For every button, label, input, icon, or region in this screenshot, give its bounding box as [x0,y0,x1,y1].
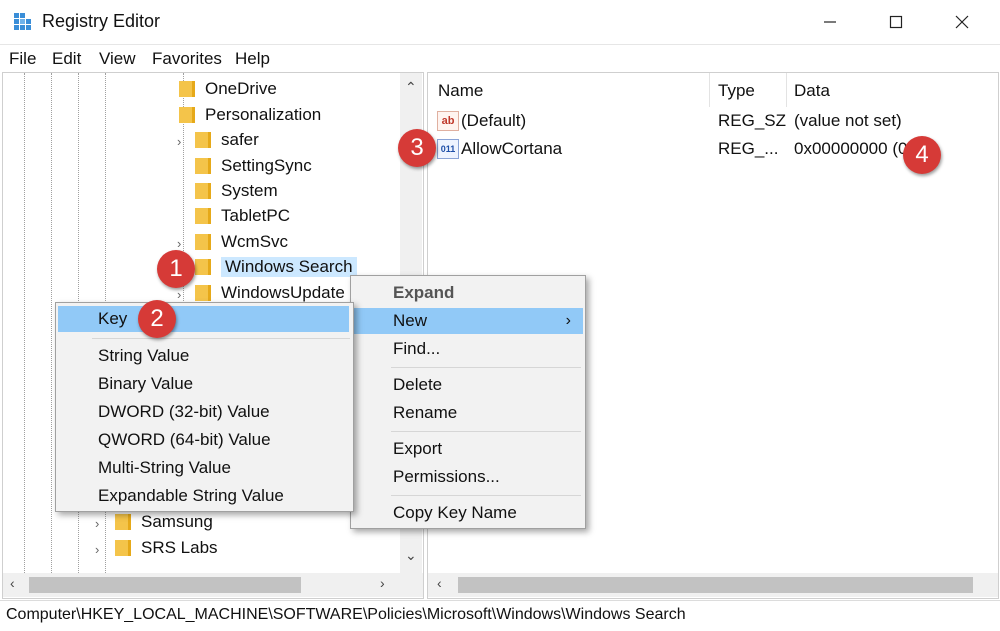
key-path: Computer\HKEY_LOCAL_MACHINE\SOFTWARE\Pol… [6,606,686,623]
value-name: (Default) [461,111,527,130]
value-name: AllowCortana [461,139,563,158]
chevron-right-icon[interactable]: › [95,542,99,557]
context-menu: Expand New › Find... Delete Rename Expor… [350,275,586,529]
tree-guide-line [24,73,25,573]
folder-icon [195,285,211,301]
binary-value-icon: 011 [437,139,459,159]
menu-separator [391,495,581,496]
tree-guide-line [51,73,52,573]
menu-item-find[interactable]: Find... [351,336,585,362]
chevron-right-icon[interactable]: › [95,516,99,531]
column-divider[interactable] [709,73,710,107]
registry-editor-icon [13,12,33,32]
menu-item-string-value[interactable]: String Value [56,343,353,369]
step-marker-3: 3 [398,129,436,167]
folder-icon [195,208,211,224]
menu-view[interactable]: View [99,49,136,69]
menu-separator [391,431,581,432]
value-type: REG_... [718,139,779,158]
folder-icon [195,259,211,275]
menu-item-copy-key-name[interactable]: Copy Key Name [351,500,585,526]
tree-item-wcmsvc[interactable]: WcmSvc [195,230,288,254]
step-marker-1: 1 [157,250,195,288]
step-marker-4: 4 [903,136,941,174]
folder-icon [195,183,211,199]
scroll-left-icon[interactable]: ‹ [10,575,15,591]
column-header-name[interactable]: Name [438,81,483,101]
column-header-data[interactable]: Data [794,81,830,101]
folder-icon [195,158,211,174]
folder-icon [115,514,131,530]
menu-item-export[interactable]: Export [351,436,585,462]
folder-icon [179,107,195,123]
scroll-right-icon[interactable]: › [380,575,385,591]
close-button[interactable] [932,0,992,44]
title-bar: Registry Editor [0,0,1000,45]
string-value-icon: ab [437,111,459,131]
chevron-right-icon[interactable]: › [177,134,181,149]
scroll-left-icon[interactable]: ‹ [437,575,442,591]
step-marker-2: 2 [138,300,176,338]
menu-bar: File Edit View Favorites Help [0,45,1000,73]
menu-help[interactable]: Help [235,49,270,69]
status-bar: Computer\HKEY_LOCAL_MACHINE\SOFTWARE\Pol… [0,600,1000,631]
menu-item-qword-value[interactable]: QWORD (64-bit) Value [56,427,353,453]
value-data: 0x00000000 (0 [794,139,908,158]
menu-edit[interactable]: Edit [52,49,81,69]
menu-item-dword-value[interactable]: DWORD (32-bit) Value [56,399,353,425]
tree-item-onedrive[interactable]: OneDrive [179,77,277,101]
menu-favorites[interactable]: Favorites [152,49,222,69]
scrollbar-thumb[interactable] [458,577,973,593]
menu-item-binary-value[interactable]: Binary Value [56,371,353,397]
maximize-button[interactable] [866,0,926,44]
tree-horizontal-scrollbar[interactable]: ‹ › [3,573,423,597]
menu-item-rename[interactable]: Rename [351,400,585,426]
menu-item-delete[interactable]: Delete [351,372,585,398]
minimize-icon [824,21,836,23]
folder-icon [195,132,211,148]
window-title: Registry Editor [42,11,161,31]
chevron-right-icon[interactable]: › [177,236,181,251]
tree-item-settingsync[interactable]: SettingSync [195,154,312,178]
menu-item-multi-string-value[interactable]: Multi-String Value [56,455,353,481]
scrollbar-thumb[interactable] [29,577,301,593]
menu-item-permissions[interactable]: Permissions... [351,464,585,490]
menu-item-key[interactable]: Key [58,306,349,332]
tree-item-safer[interactable]: safer [195,128,259,152]
value-type: REG_SZ [718,111,787,130]
column-header-type[interactable]: Type [718,81,755,101]
menu-separator [391,367,581,368]
menu-file[interactable]: File [9,49,36,69]
selected-key-label: Windows Search [221,257,357,277]
menu-item-expand[interactable]: Expand [351,280,585,306]
new-submenu: Key String Value Binary Value DWORD (32-… [55,302,354,512]
close-icon [955,15,969,29]
folder-icon [195,234,211,250]
column-divider[interactable] [786,73,787,107]
chevron-right-icon: › [565,312,571,329]
tree-item-samsung[interactable]: Samsung [115,510,213,534]
tree-item-personalization[interactable]: Personalization [179,103,321,127]
list-horizontal-scrollbar[interactable]: ‹ [428,573,998,597]
folder-icon [179,81,195,97]
minimize-button[interactable] [800,0,860,44]
tree-item-system[interactable]: System [195,179,278,203]
value-data: (value not set) [794,111,902,130]
scroll-up-icon[interactable]: ⌃ [405,79,417,96]
menu-item-expandable-string-value[interactable]: Expandable String Value [56,483,353,509]
menu-item-new[interactable]: New › [353,308,583,334]
folder-icon [115,540,131,556]
tree-item-windows-search[interactable]: Windows Search [195,255,357,279]
menu-separator [92,338,350,339]
tree-item-srs-labs[interactable]: SRS Labs [115,536,218,560]
scroll-down-icon[interactable]: ⌄ [405,547,417,564]
chevron-right-icon[interactable]: › [177,287,181,302]
tree-item-tabletpc[interactable]: TabletPC [195,204,290,228]
maximize-icon [889,15,903,29]
